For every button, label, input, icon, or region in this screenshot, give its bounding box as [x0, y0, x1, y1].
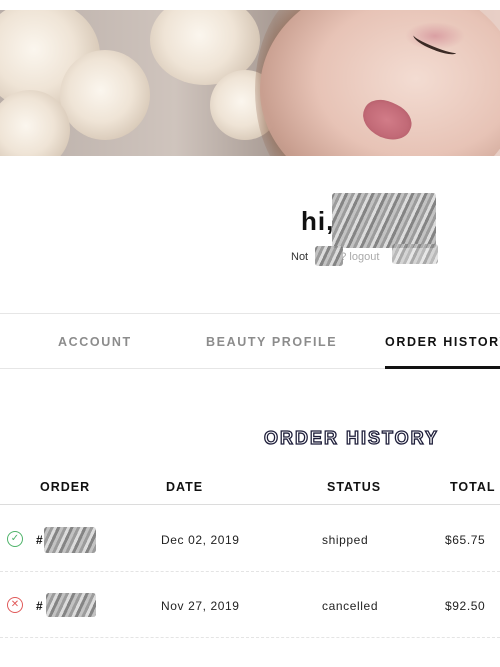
order-date: Dec 02, 2019	[161, 533, 240, 547]
column-header-status: STATUS	[327, 480, 382, 494]
account-tabs: ACCOUNT BEAUTY PROFILE ORDER HISTORY	[0, 313, 500, 369]
tab-beauty-profile[interactable]: BEAUTY PROFILE	[206, 314, 337, 370]
redacted-order-number[interactable]	[44, 527, 96, 553]
column-header-total: TOTAL	[450, 480, 496, 494]
redacted-username	[332, 193, 436, 248]
row-divider	[0, 637, 500, 638]
row-divider	[0, 571, 500, 572]
tab-order-history[interactable]: ORDER HISTORY	[385, 314, 500, 369]
check-circle-icon: ✓	[7, 531, 23, 547]
order-status: shipped	[322, 533, 369, 547]
x-circle-icon: ✕	[7, 597, 23, 613]
column-header-date: DATE	[166, 480, 204, 494]
hero-banner	[0, 10, 500, 156]
rose-decoration	[60, 50, 150, 140]
order-number-prefix: #	[36, 533, 43, 547]
column-header-order: ORDER	[40, 480, 91, 494]
table-header-divider	[0, 504, 500, 505]
section-title: ORDER HISTORY	[263, 427, 440, 448]
order-number-prefix: #	[36, 599, 43, 613]
redacted-order-number[interactable]	[46, 593, 96, 617]
order-total: $65.75	[445, 533, 486, 547]
redacted-username-small	[315, 246, 343, 266]
order-date: Nov 27, 2019	[161, 599, 240, 613]
tab-account[interactable]: ACCOUNT	[58, 314, 132, 370]
order-status: cancelled	[322, 599, 379, 613]
redacted-logout-area	[392, 244, 438, 264]
order-total: $92.50	[445, 599, 486, 613]
not-label: Not	[291, 251, 309, 263]
logout-link[interactable]: ? logout	[340, 251, 379, 263]
greeting-heading: hi,	[301, 206, 335, 236]
